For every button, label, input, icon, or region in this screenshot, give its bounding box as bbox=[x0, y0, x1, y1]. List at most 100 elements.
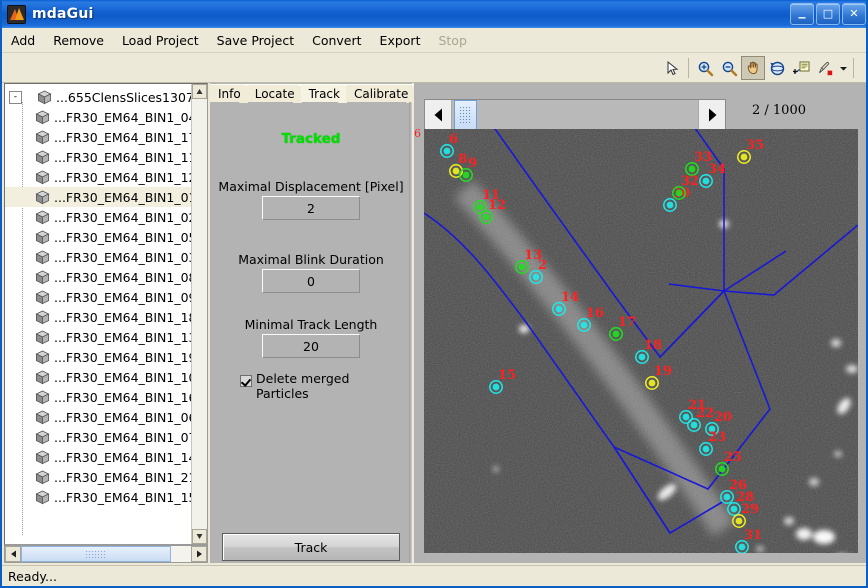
tree-vertical-scrollbar[interactable] bbox=[191, 84, 207, 544]
cube-icon bbox=[35, 450, 50, 465]
cube-icon bbox=[35, 290, 50, 305]
project-tree-panel: - ...655ClensSlices130723/ ...FR30_EM64_… bbox=[4, 83, 208, 545]
particle-id-label: 9 bbox=[468, 156, 477, 171]
data-cursor-icon[interactable] bbox=[789, 56, 813, 80]
particle-id-label: 35 bbox=[746, 138, 764, 153]
tree-expander-icon[interactable]: - bbox=[9, 91, 22, 104]
tab-locate[interactable]: Locate bbox=[247, 84, 301, 102]
project-tree[interactable]: - ...655ClensSlices130723/ ...FR30_EM64_… bbox=[5, 84, 191, 544]
tree-item-label: ...FR30_EM64_BIN1_10 bbox=[54, 370, 191, 385]
particle-id-label: 29 bbox=[741, 502, 759, 517]
zoom-out-icon[interactable] bbox=[717, 56, 741, 80]
cube-icon bbox=[35, 490, 50, 505]
frame-next-arrow-icon[interactable] bbox=[698, 100, 725, 130]
tree-item-label: ...FR30_EM64_BIN1_11 bbox=[54, 150, 191, 165]
tree-item[interactable]: ...FR30_EM64_BIN1_05 bbox=[5, 227, 191, 247]
scroll-down-arrow-icon[interactable] bbox=[192, 529, 207, 544]
toolbar-separator-end bbox=[853, 58, 854, 78]
viewer-panel: 2 / 1000 6 bbox=[414, 83, 866, 563]
menu-remove[interactable]: Remove bbox=[44, 30, 113, 51]
frame-counter: 2 / 1000 bbox=[752, 103, 806, 118]
tree-item[interactable]: ...FR30_EM64_BIN1_14 bbox=[5, 447, 191, 467]
menu-stop: Stop bbox=[429, 30, 475, 51]
rotate-3d-icon[interactable] bbox=[765, 56, 789, 80]
tab-info[interactable]: Info bbox=[210, 84, 247, 102]
tree-item-label: ...FR30_EM64_BIN1_13 bbox=[54, 330, 191, 345]
maximal-blink-duration-input[interactable]: 0 bbox=[262, 269, 360, 293]
menu-load-project[interactable]: Load Project bbox=[113, 30, 208, 51]
track-panel: Info Locate Track Calibrate Tracked Maxi… bbox=[210, 83, 412, 563]
tree-item-label: ...FR30_EM64_BIN1_03 bbox=[54, 250, 191, 265]
cube-icon bbox=[35, 330, 50, 345]
maximize-button[interactable]: □ bbox=[816, 3, 840, 25]
cube-icon bbox=[37, 90, 52, 105]
tree-item[interactable]: ...FR30_EM64_BIN1_12 bbox=[5, 167, 191, 187]
hscroll-right-arrow-icon[interactable] bbox=[191, 546, 207, 562]
pan-hand-icon[interactable] bbox=[741, 56, 765, 80]
tree-item[interactable]: ...FR30_EM64_BIN1_08 bbox=[5, 267, 191, 287]
close-icon: ✕ bbox=[843, 4, 865, 24]
tree-item[interactable]: ...FR30_EM64_BIN1_09 bbox=[5, 287, 191, 307]
tree-item[interactable]: ...FR30_EM64_BIN1_15 bbox=[5, 487, 191, 507]
particle-id-label: 25 bbox=[724, 450, 742, 465]
tab-track-label: Track bbox=[309, 87, 340, 101]
tree-children: ...FR30_EM64_BIN1_04 ...FR30_EM64_BIN1_1… bbox=[5, 107, 191, 507]
tab-calibrate[interactable]: Calibrate bbox=[346, 84, 414, 102]
tree-item[interactable]: ...FR30_EM64_BIN1_16 bbox=[5, 387, 191, 407]
menu-add[interactable]: Add bbox=[2, 30, 44, 51]
particle-id-label: 17 bbox=[618, 315, 636, 330]
close-button[interactable]: ✕ bbox=[842, 3, 866, 25]
particle-id-label: 16 bbox=[586, 306, 604, 321]
pointer-icon[interactable] bbox=[660, 56, 684, 80]
tree-item-label: ...FR30_EM64_BIN1_08 bbox=[54, 270, 191, 285]
frame-slider-track[interactable] bbox=[452, 100, 698, 130]
zoom-in-icon[interactable] bbox=[693, 56, 717, 80]
tree-item[interactable]: ...FR30_EM64_BIN1_21 bbox=[5, 467, 191, 487]
tree-item-label: ...FR30_EM64_BIN1_06 bbox=[54, 410, 191, 425]
maximal-displacement-input[interactable]: 2 bbox=[262, 196, 360, 220]
tab-track[interactable]: Track bbox=[301, 84, 346, 102]
particle-id-label: 15 bbox=[498, 368, 516, 383]
minimize-button[interactable]: _ bbox=[790, 3, 814, 25]
hscroll-track[interactable] bbox=[21, 546, 191, 562]
hscroll-thumb[interactable] bbox=[21, 546, 171, 562]
cube-icon bbox=[35, 410, 50, 425]
brush-icon[interactable] bbox=[813, 56, 837, 80]
cube-icon bbox=[35, 150, 50, 165]
tree-item[interactable]: ...FR30_EM64_BIN1_17 bbox=[5, 127, 191, 147]
scroll-up-arrow-icon[interactable] bbox=[192, 84, 207, 99]
tree-item[interactable]: ...FR30_EM64_BIN1_10 bbox=[5, 367, 191, 387]
frame-slider-thumb[interactable] bbox=[454, 100, 477, 130]
menu-convert[interactable]: Convert bbox=[303, 30, 370, 51]
chevron-down-icon[interactable] bbox=[837, 56, 849, 80]
menu-export[interactable]: Export bbox=[371, 30, 430, 51]
frame-prev-arrow-icon[interactable] bbox=[425, 100, 452, 130]
tracking-image-view[interactable]: 6891112132141617181915212220232526282931… bbox=[424, 129, 858, 553]
tree-item[interactable]: ...FR30_EM64_BIN1_18 bbox=[5, 307, 191, 327]
hscroll-left-arrow-icon[interactable] bbox=[5, 546, 21, 562]
frame-slider[interactable] bbox=[424, 99, 726, 131]
tree-item[interactable]: ...FR30_EM64_BIN1_03 bbox=[5, 247, 191, 267]
minimal-track-length-input[interactable]: 20 bbox=[262, 334, 360, 358]
tree-item[interactable]: ...FR30_EM64_BIN1_19 bbox=[5, 347, 191, 367]
particle-id-label: 18 bbox=[644, 338, 662, 353]
tree-item[interactable]: ...FR30_EM64_BIN1_07 bbox=[5, 427, 191, 447]
checkbox-checked-icon[interactable] bbox=[240, 375, 252, 387]
tree-item[interactable]: ...FR30_EM64_BIN1_13 bbox=[5, 327, 191, 347]
tree-item[interactable]: ...FR30_EM64_BIN1_11 bbox=[5, 147, 191, 167]
tree-item-label: ...FR30_EM64_BIN1_04 bbox=[54, 110, 191, 125]
matlab-icon bbox=[7, 5, 26, 24]
tree-item[interactable]: ...FR30_EM64_BIN1_01 bbox=[5, 187, 191, 207]
track-button[interactable]: Track bbox=[222, 533, 400, 561]
frame-navigation: 2 / 1000 bbox=[424, 99, 856, 133]
tree-item[interactable]: ...FR30_EM64_BIN1_04 bbox=[5, 107, 191, 127]
tree-root-node[interactable]: - ...655ClensSlices130723/ bbox=[5, 87, 191, 107]
tree-horizontal-scrollbar[interactable] bbox=[4, 545, 208, 563]
cube-icon bbox=[35, 370, 50, 385]
tree-item[interactable]: ...FR30_EM64_BIN1_06 bbox=[5, 407, 191, 427]
cube-icon bbox=[35, 310, 50, 325]
menu-save-project[interactable]: Save Project bbox=[208, 30, 303, 51]
tree-item[interactable]: ...FR30_EM64_BIN1_02 bbox=[5, 207, 191, 227]
delete-merged-particles-checkbox[interactable]: Delete merged Particles bbox=[240, 371, 376, 401]
tree-root-label: ...655ClensSlices130723/ bbox=[56, 90, 191, 105]
